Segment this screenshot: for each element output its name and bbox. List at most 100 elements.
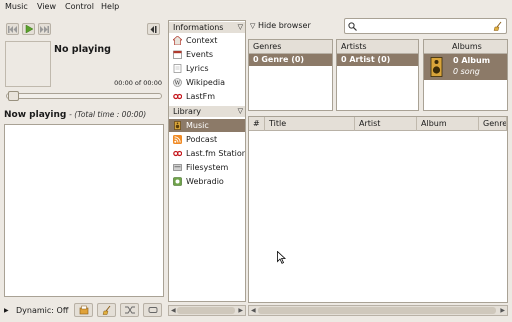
menu-control[interactable]: Control: [65, 2, 94, 11]
mouse-cursor-icon: [277, 251, 286, 264]
playlist-save-icon: [79, 305, 88, 315]
scroll-right-icon[interactable]: ▶: [238, 307, 243, 314]
shuffle-icon: [124, 306, 135, 314]
side-item-lastfm[interactable]: LastFm: [169, 90, 245, 103]
side-panel: Informations ▽ Context Events Lyrics W W…: [168, 20, 246, 302]
genres-column[interactable]: Genres 0 Genre (0): [248, 39, 333, 111]
webradio-icon: [173, 177, 182, 186]
albums-all-row[interactable]: 0 Album 0 song: [424, 54, 507, 80]
previous-button[interactable]: [6, 23, 19, 35]
side-item-podcast[interactable]: Podcast: [169, 133, 245, 146]
collapse-arrow-icon[interactable]: ▽: [238, 22, 243, 33]
library-label: Library: [173, 107, 201, 116]
library-header[interactable]: Library ▽: [169, 106, 245, 117]
column-header-title[interactable]: Title: [265, 117, 355, 131]
next-button[interactable]: [38, 23, 51, 35]
wikipedia-icon: W: [173, 78, 182, 87]
tracks-scrollbar[interactable]: ◀ ▶: [248, 305, 508, 316]
filesystem-icon: [173, 164, 182, 171]
side-item-label: LastFm: [186, 92, 216, 101]
album-cover: [5, 41, 51, 87]
next-icon: [40, 25, 49, 33]
genres-all-row[interactable]: 0 Genre (0): [249, 54, 332, 66]
side-item-music[interactable]: Music: [169, 119, 245, 132]
side-item-label: Music: [186, 121, 209, 130]
side-item-label: Wikipedia: [186, 78, 226, 87]
hide-browser-toggle[interactable]: ▽ Hide browser: [250, 21, 311, 30]
total-time: - (Total time : 00:00): [69, 110, 147, 119]
scroll-left-icon[interactable]: ◀: [251, 307, 256, 314]
play-button[interactable]: [22, 23, 35, 35]
column-header-genre[interactable]: Genre: [479, 117, 507, 131]
albums-header[interactable]: Albums: [424, 40, 507, 54]
side-item-label: Events: [186, 50, 214, 59]
tracks-table[interactable]: # Title Artist Album Genre: [248, 116, 508, 303]
side-item-label: Context: [186, 36, 218, 45]
artists-header[interactable]: Artists: [337, 40, 418, 54]
genres-header[interactable]: Genres: [249, 40, 332, 54]
scroll-right-icon[interactable]: ▶: [500, 307, 505, 314]
dynamic-mode-label: Dynamic: Off: [16, 306, 69, 315]
shuffle-button[interactable]: [120, 303, 139, 317]
side-item-lyrics[interactable]: Lyrics: [169, 62, 245, 75]
collapse-panel-button[interactable]: [147, 23, 160, 35]
informations-label: Informations: [173, 23, 224, 32]
side-item-label: Filesystem: [186, 163, 229, 172]
lastfm-icon: [173, 93, 182, 100]
column-header-number[interactable]: #: [249, 117, 265, 131]
side-item-label: Podcast: [186, 135, 218, 144]
column-header-album[interactable]: Album: [417, 117, 479, 131]
collapse-left-icon: [150, 25, 157, 33]
now-playing-label: Now playing - (Total time : 00:00): [4, 110, 146, 120]
album-count: 0 Album: [453, 56, 491, 65]
speaker-icon: [430, 57, 443, 77]
lastfm-icon: [173, 150, 182, 157]
playlist[interactable]: [4, 124, 164, 297]
now-playing-title: Now playing: [4, 110, 67, 120]
svg-text:W: W: [175, 81, 181, 87]
play-icon: [25, 25, 33, 33]
menubar: Music View Control Help: [0, 0, 512, 15]
broom-icon: [102, 305, 110, 315]
previous-icon: [8, 25, 17, 33]
repeat-button[interactable]: [143, 303, 162, 317]
clear-search-icon[interactable]: [493, 21, 503, 31]
clear-playlist-button[interactable]: [97, 303, 116, 317]
track-title: No playing: [54, 44, 111, 55]
side-item-wikipedia[interactable]: W Wikipedia: [169, 76, 245, 89]
playlist-save-button[interactable]: [74, 303, 93, 317]
seek-handle[interactable]: [8, 91, 19, 101]
scroll-left-icon[interactable]: ◀: [171, 307, 176, 314]
lyrics-icon: [173, 64, 182, 73]
menu-help[interactable]: Help: [101, 2, 119, 11]
rss-icon: [173, 135, 182, 144]
repeat-icon: [148, 307, 157, 313]
speaker-icon: [174, 121, 181, 130]
home-icon: [173, 36, 182, 45]
artists-column[interactable]: Artists 0 Artist (0): [336, 39, 419, 111]
search-icon: [348, 22, 357, 31]
collapse-arrow-icon[interactable]: ▽: [238, 106, 243, 117]
side-panel-scrollbar[interactable]: ◀ ▶: [168, 305, 246, 316]
side-item-context[interactable]: Context: [169, 34, 245, 47]
side-item-lastfm-station[interactable]: Last.fm Station: [169, 147, 245, 160]
menu-music[interactable]: Music: [5, 2, 28, 11]
column-header-artist[interactable]: Artist: [355, 117, 417, 131]
side-item-webradio[interactable]: Webradio: [169, 175, 245, 188]
events-icon: [173, 50, 182, 59]
artists-all-row[interactable]: 0 Artist (0): [337, 54, 418, 66]
menu-view[interactable]: View: [37, 2, 56, 11]
informations-header[interactable]: Informations ▽: [169, 22, 245, 33]
scroll-thumb[interactable]: [258, 307, 496, 314]
side-item-label: Last.fm Station: [186, 149, 245, 158]
expand-arrow-icon[interactable]: ▶: [4, 307, 9, 314]
albums-column[interactable]: Albums 0 Album 0 song: [423, 39, 508, 111]
side-item-label: Lyrics: [186, 64, 209, 73]
search-input[interactable]: [344, 18, 507, 34]
expand-arrow-icon: ▽: [250, 22, 256, 30]
scroll-thumb[interactable]: [177, 307, 235, 314]
side-item-label: Webradio: [186, 177, 224, 186]
side-item-events[interactable]: Events: [169, 48, 245, 61]
seek-bar[interactable]: [6, 93, 162, 99]
side-item-filesystem[interactable]: Filesystem: [169, 161, 245, 174]
